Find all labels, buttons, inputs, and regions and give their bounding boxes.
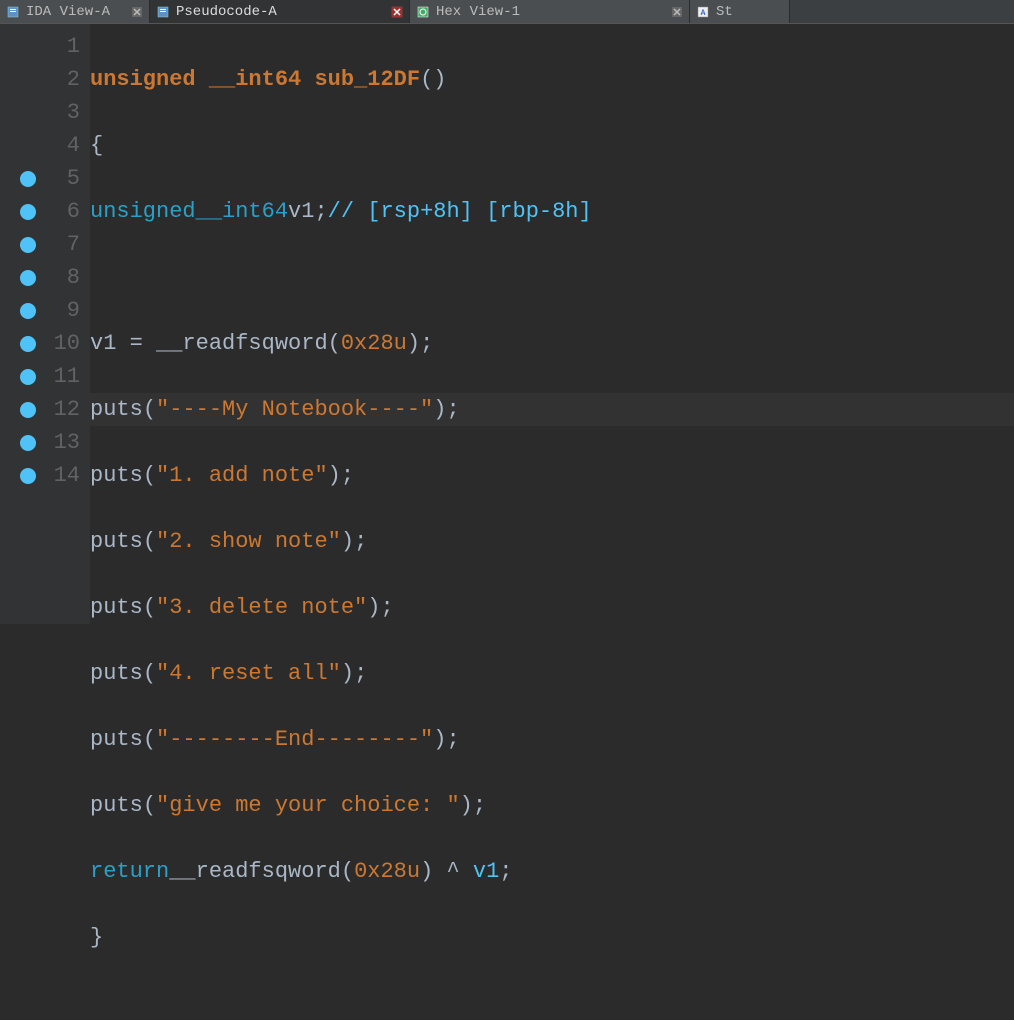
letter-icon: A — [696, 5, 710, 19]
code-line[interactable]: { — [90, 129, 1014, 162]
tab-label: Pseudocode-A — [176, 4, 277, 20]
breakpoint-icon[interactable] — [20, 303, 36, 319]
code-line[interactable]: puts("2. show note"); — [90, 525, 1014, 558]
close-icon[interactable] — [391, 6, 403, 18]
breakpoint-icon[interactable] — [20, 336, 36, 352]
gutter: 1 2 3 4 5 6 7 8 9 10 11 12 13 14 — [0, 24, 90, 624]
breakpoint-icon[interactable] — [20, 435, 36, 451]
breakpoint-icon[interactable] — [20, 369, 36, 385]
breakpoint-icon[interactable] — [20, 204, 36, 220]
line-number[interactable]: 7 — [0, 228, 90, 261]
svg-text:A: A — [701, 9, 706, 18]
line-number[interactable]: 1 — [0, 30, 90, 63]
code-line[interactable]: puts("give me your choice: "); — [90, 789, 1014, 822]
close-icon[interactable] — [131, 6, 143, 18]
tab-label: IDA View-A — [26, 4, 110, 20]
code-line[interactable]: unsigned __int64 v1; // [rsp+8h] [rbp-8h… — [90, 195, 1014, 228]
tab-ida-view[interactable]: IDA View-A — [0, 0, 150, 23]
tab-hex-view[interactable]: Hex View-1 — [410, 0, 690, 23]
code-line[interactable]: } — [90, 921, 1014, 954]
code-line[interactable]: puts("4. reset all"); — [90, 657, 1014, 690]
line-number[interactable]: 11 — [0, 360, 90, 393]
line-number[interactable]: 2 — [0, 63, 90, 96]
code-area[interactable]: unsigned __int64 sub_12DF() { unsigned _… — [90, 24, 1014, 624]
breakpoint-icon[interactable] — [20, 237, 36, 253]
code-line[interactable] — [90, 261, 1014, 294]
tab-label: Hex View-1 — [436, 4, 520, 20]
breakpoint-icon[interactable] — [20, 402, 36, 418]
code-line[interactable]: puts("1. add note"); — [90, 459, 1014, 492]
line-number[interactable]: 6 — [0, 195, 90, 228]
line-number[interactable]: 13 — [0, 426, 90, 459]
line-number[interactable]: 12 — [0, 393, 90, 426]
line-number[interactable]: 8 — [0, 261, 90, 294]
tab-bar: IDA View-A Pseudocode-A Hex View-1 — [0, 0, 1014, 24]
line-number[interactable]: 9 — [0, 294, 90, 327]
tab-pseudocode[interactable]: Pseudocode-A — [150, 0, 410, 23]
line-number[interactable]: 3 — [0, 96, 90, 129]
hex-icon — [416, 5, 430, 19]
tab-structures[interactable]: A St — [690, 0, 790, 23]
line-number[interactable]: 5 — [0, 162, 90, 195]
line-number[interactable]: 4 — [0, 129, 90, 162]
code-line[interactable]: puts("3. delete note"); — [90, 591, 1014, 624]
code-line[interactable]: puts("----My Notebook----"); — [90, 393, 1014, 426]
code-line[interactable]: v1 = __readfsqword(0x28u); — [90, 327, 1014, 360]
code-editor: 1 2 3 4 5 6 7 8 9 10 11 12 13 14 unsigne… — [0, 24, 1014, 624]
tab-label: St — [716, 4, 733, 20]
breakpoint-icon[interactable] — [20, 468, 36, 484]
breakpoint-icon[interactable] — [20, 270, 36, 286]
line-number[interactable]: 14 — [0, 459, 90, 492]
document-icon — [156, 5, 170, 19]
breakpoint-icon[interactable] — [20, 171, 36, 187]
line-number[interactable]: 10 — [0, 327, 90, 360]
code-line[interactable]: return __readfsqword(0x28u) ^ v1; — [90, 855, 1014, 888]
close-icon[interactable] — [671, 6, 683, 18]
document-icon — [6, 5, 20, 19]
code-line[interactable]: unsigned __int64 sub_12DF() — [90, 63, 1014, 96]
code-line[interactable]: puts("--------End--------"); — [90, 723, 1014, 756]
